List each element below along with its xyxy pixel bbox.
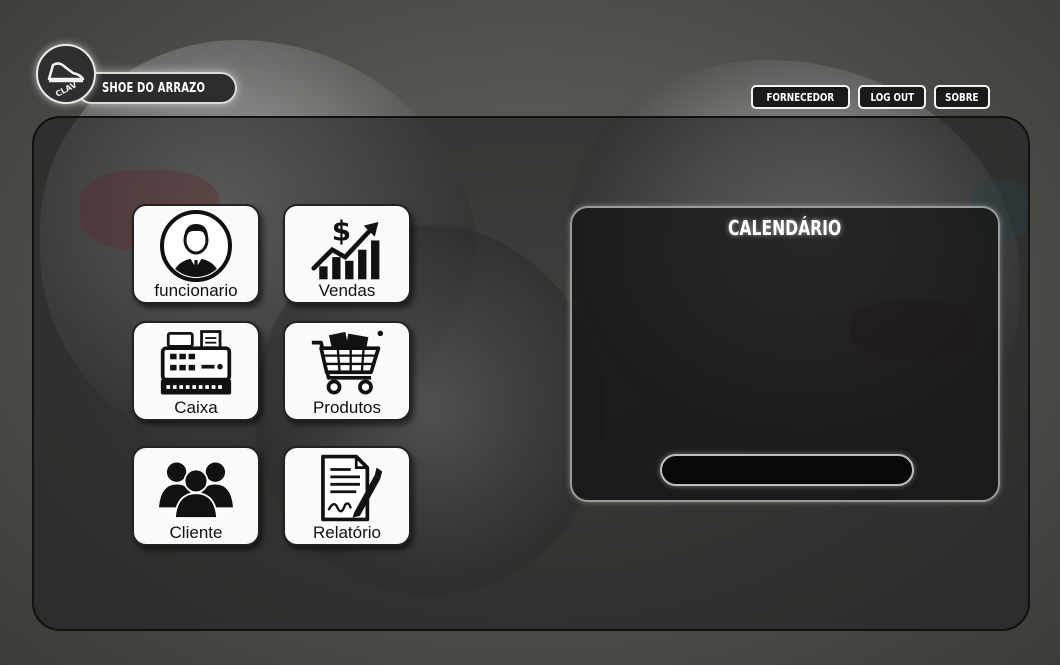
nav-label: FORNECEDOR	[766, 90, 835, 104]
logo-text: CLAV	[54, 80, 79, 97]
report-icon	[310, 453, 384, 523]
employee-icon	[159, 210, 233, 282]
tile-relatorio[interactable]: Relatório	[283, 446, 411, 546]
cash-register-icon	[159, 328, 233, 398]
tile-label: Vendas	[318, 281, 376, 300]
brand-name-badge: SHOE DO ARRAZO	[76, 72, 238, 104]
shopping-cart-icon	[310, 328, 384, 398]
tile-caixa[interactable]: Caixa	[132, 321, 260, 421]
tile-label: funcionario	[154, 281, 238, 300]
nav-fornecedor-button[interactable]: FORNECEDOR	[751, 85, 850, 109]
tile-label: Produtos	[312, 398, 382, 417]
nav-logout-button[interactable]: LOG OUT	[857, 85, 927, 109]
tile-funcionario[interactable]: funcionario	[132, 204, 260, 304]
nav-sobre-button[interactable]: SOBRE	[934, 85, 990, 109]
brand-logo[interactable]: CLAV	[36, 44, 96, 104]
brand-name: SHOE DO ARRAZO	[102, 80, 206, 96]
tile-label: Cliente	[169, 523, 223, 542]
nav-label: LOG OUT	[870, 90, 914, 104]
tile-produtos[interactable]: Produtos	[283, 321, 411, 421]
tile-label: Relatório	[312, 523, 382, 542]
top-nav: FORNECEDOR LOG OUT SOBRE	[751, 85, 990, 109]
tile-vendas[interactable]: $ Vendas	[283, 204, 411, 304]
calendar-widget: CALENDÁRIO	[570, 206, 1000, 502]
nav-label: SOBRE	[945, 90, 979, 104]
sales-chart-icon: $	[310, 211, 384, 281]
tile-cliente[interactable]: Cliente	[132, 446, 260, 546]
sneaker-logo-icon: CLAV	[47, 62, 85, 97]
calendar-title: CALENDÁRIO	[728, 216, 842, 240]
svg-text:$: $	[332, 214, 351, 247]
calendar-input[interactable]	[660, 454, 914, 486]
tile-label: Caixa	[174, 398, 218, 417]
customers-icon	[159, 453, 233, 523]
